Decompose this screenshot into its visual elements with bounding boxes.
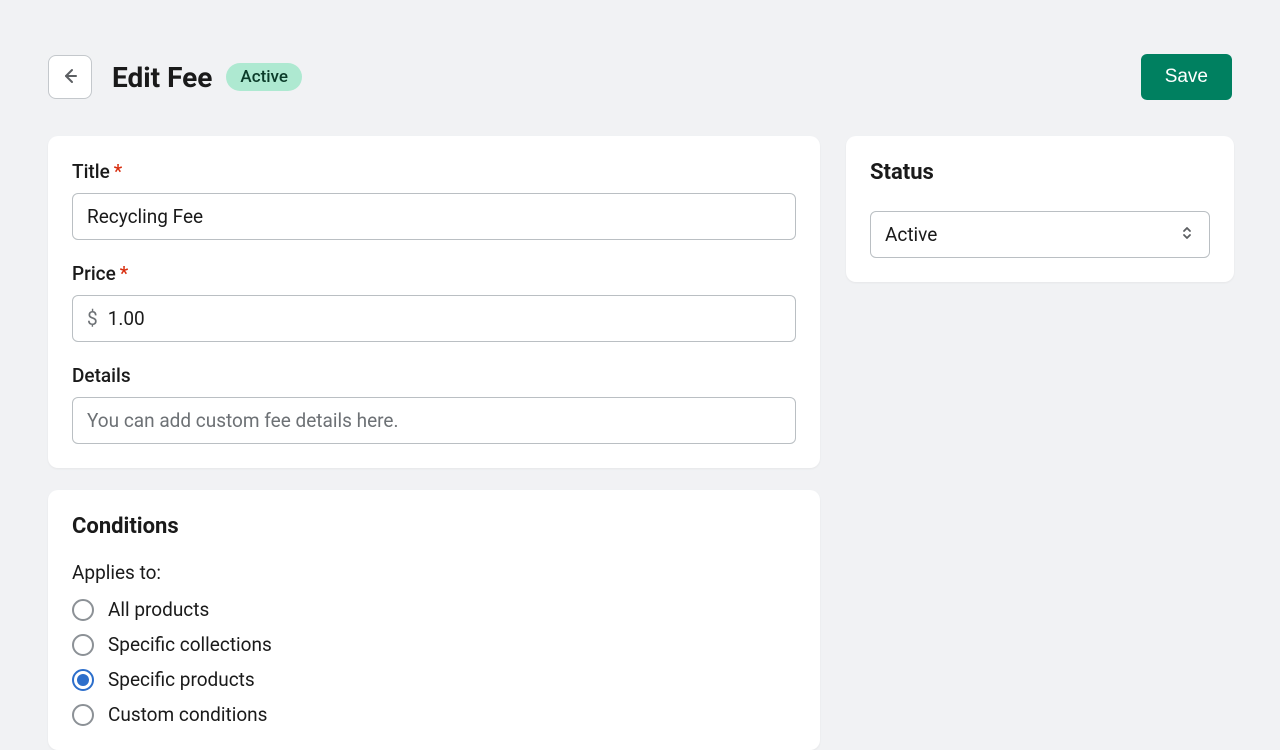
fee-details-card: Title* Price* $ Details — [48, 136, 820, 468]
page-title: Edit Fee — [112, 61, 212, 94]
radio-icon — [72, 634, 94, 656]
details-input[interactable] — [72, 397, 796, 444]
applies-to-label: Applies to: — [72, 561, 796, 584]
back-button[interactable] — [48, 55, 92, 99]
title-label: Title* — [72, 160, 796, 183]
radio-custom-conditions[interactable]: Custom conditions — [72, 703, 796, 726]
price-label-text: Price — [72, 262, 116, 285]
radio-icon — [72, 704, 94, 726]
radio-label: Specific collections — [108, 633, 272, 656]
price-label: Price* — [72, 262, 796, 285]
radio-icon — [72, 669, 94, 691]
page-header: Edit Fee Active Save — [48, 54, 1232, 100]
chevron-up-down-icon — [1179, 223, 1195, 246]
radio-all-products[interactable]: All products — [72, 598, 796, 621]
save-button[interactable]: Save — [1141, 54, 1232, 100]
required-marker: * — [120, 262, 128, 285]
radio-icon — [72, 599, 94, 621]
radio-specific-collections[interactable]: Specific collections — [72, 633, 796, 656]
arrow-left-icon — [60, 66, 80, 89]
applies-to-radio-group: All products Specific collections Specif… — [72, 598, 796, 726]
details-label: Details — [72, 364, 796, 387]
conditions-heading: Conditions — [72, 514, 796, 539]
radio-label: Custom conditions — [108, 703, 267, 726]
radio-label: Specific products — [108, 668, 255, 691]
conditions-card: Conditions Applies to: All products Spec… — [48, 490, 820, 750]
status-badge: Active — [226, 63, 302, 91]
status-heading: Status — [870, 160, 1210, 185]
radio-specific-products[interactable]: Specific products — [72, 668, 796, 691]
price-input[interactable] — [108, 296, 781, 341]
status-card: Status Active — [846, 136, 1234, 282]
title-input[interactable] — [72, 193, 796, 240]
required-marker: * — [114, 160, 122, 183]
currency-prefix: $ — [87, 307, 98, 330]
title-label-text: Title — [72, 160, 110, 183]
price-input-wrap[interactable]: $ — [72, 295, 796, 342]
status-select[interactable]: Active — [870, 211, 1210, 258]
radio-label: All products — [108, 598, 209, 621]
status-select-value: Active — [885, 223, 937, 246]
